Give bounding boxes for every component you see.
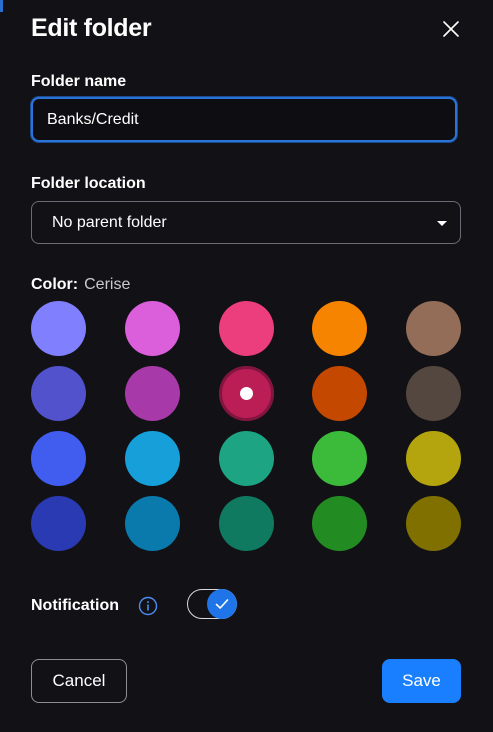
dialog-title: Edit folder (31, 14, 152, 42)
selected-dot-icon (240, 387, 253, 400)
folder-name-label: Folder name (31, 73, 127, 90)
color-swatch[interactable] (312, 431, 367, 486)
check-icon (215, 599, 229, 609)
color-swatch[interactable] (219, 431, 274, 486)
folder-location-select[interactable]: No parent folder (31, 201, 461, 244)
color-swatch[interactable] (219, 301, 274, 356)
folder-location-value: No parent folder (52, 213, 167, 231)
color-swatch[interactable] (312, 366, 367, 421)
toggle-knob (207, 589, 237, 619)
color-swatch[interactable] (406, 301, 461, 356)
color-label: Color: Cerise (31, 276, 130, 294)
color-swatch[interactable] (31, 301, 86, 356)
color-swatch[interactable] (219, 496, 274, 551)
color-swatch[interactable] (406, 366, 461, 421)
color-swatch[interactable] (125, 366, 180, 421)
color-swatch[interactable] (125, 496, 180, 551)
color-swatch[interactable] (312, 301, 367, 356)
color-swatch[interactable] (31, 496, 86, 551)
notification-label: Notification (31, 597, 119, 614)
close-button[interactable] (438, 16, 464, 42)
color-swatch[interactable] (406, 431, 461, 486)
selected-color-name: Cerise (84, 276, 131, 293)
info-icon[interactable] (138, 596, 158, 616)
save-button[interactable]: Save (382, 659, 461, 703)
color-swatch[interactable] (125, 301, 180, 356)
edit-folder-dialog: Edit folder Folder name Folder location … (0, 0, 493, 732)
color-swatch[interactable] (31, 431, 86, 486)
close-icon (443, 21, 459, 37)
color-label-text: Color: (31, 276, 79, 293)
color-swatch[interactable] (406, 496, 461, 551)
notification-toggle[interactable] (187, 589, 237, 619)
window-edge-accent (0, 0, 3, 12)
folder-location-label: Folder location (31, 175, 146, 192)
color-swatch[interactable] (125, 431, 180, 486)
cancel-button[interactable]: Cancel (31, 659, 127, 703)
color-swatch-selected[interactable] (219, 366, 274, 421)
caret-down-icon (437, 221, 447, 226)
folder-name-input[interactable] (31, 97, 457, 142)
color-swatch[interactable] (312, 496, 367, 551)
color-swatch[interactable] (31, 366, 86, 421)
